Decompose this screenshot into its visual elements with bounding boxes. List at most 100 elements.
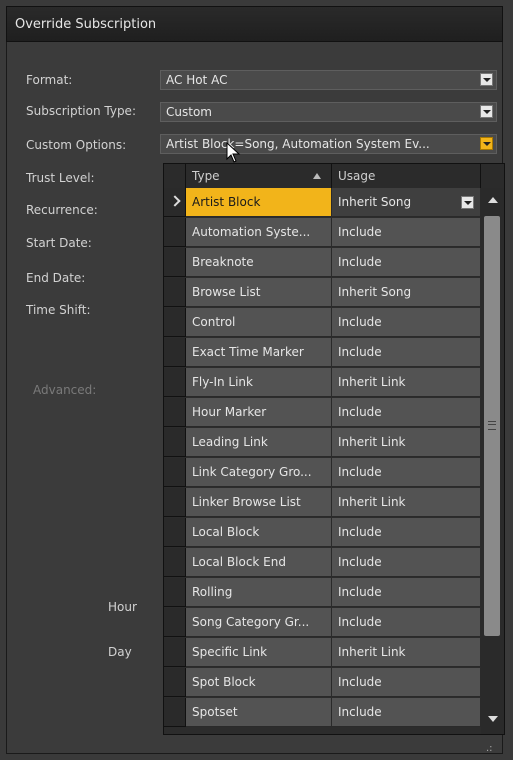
type-cell[interactable]: Breaknote xyxy=(186,248,332,277)
usage-cell[interactable]: Include xyxy=(332,698,481,727)
row-selector[interactable] xyxy=(164,428,186,457)
column-header-type[interactable]: Type xyxy=(186,164,332,188)
table-row[interactable]: Specific Link Inherit Link xyxy=(164,638,481,668)
type-cell[interactable]: Artist Block xyxy=(186,188,332,217)
type-cell[interactable]: Hour Marker xyxy=(186,398,332,427)
type-cell[interactable]: Automation Syste... xyxy=(186,218,332,247)
table-row[interactable]: Local Block End Include xyxy=(164,548,481,578)
subscription-type-dropdown[interactable]: Custom xyxy=(160,102,497,122)
usage-value: Inherit Link xyxy=(338,495,406,509)
type-cell[interactable]: Local Block xyxy=(186,518,332,547)
row-selector[interactable] xyxy=(164,398,186,427)
custom-options-dropdown-arrow-icon[interactable] xyxy=(480,137,493,150)
table-row[interactable]: Local Block Include xyxy=(164,518,481,548)
usage-value: Include xyxy=(338,555,382,569)
usage-cell[interactable]: Include xyxy=(332,578,481,607)
table-row[interactable]: Breaknote Include xyxy=(164,248,481,278)
table-row[interactable]: Hour Marker Include xyxy=(164,398,481,428)
row-selector[interactable] xyxy=(164,578,186,607)
type-cell[interactable]: Fly-In Link xyxy=(186,368,332,397)
row-selector[interactable] xyxy=(164,218,186,247)
usage-cell[interactable]: Inherit Song xyxy=(332,188,481,217)
row-selector[interactable] xyxy=(164,458,186,487)
resize-grip-icon[interactable]: .: xyxy=(486,744,498,756)
row-selector[interactable] xyxy=(164,638,186,667)
custom-options-label: Custom Options: xyxy=(26,138,127,152)
subscription-type-dropdown-arrow-icon[interactable] xyxy=(480,105,493,118)
usage-cell[interactable]: Inherit Song xyxy=(332,278,481,307)
start-date-label: Start Date: xyxy=(26,236,92,250)
usage-cell[interactable]: Inherit Link xyxy=(332,428,481,457)
usage-cell[interactable]: Include xyxy=(332,458,481,487)
row-selector[interactable] xyxy=(164,548,186,577)
usage-cell[interactable]: Include xyxy=(332,338,481,367)
custom-options-grid[interactable]: Type Usage Artist Block Inherit Song Autom… xyxy=(163,163,505,735)
usage-cell[interactable]: Include xyxy=(332,518,481,547)
row-selector[interactable] xyxy=(164,488,186,517)
usage-cell[interactable]: Include xyxy=(332,218,481,247)
table-row[interactable]: Artist Block Inherit Song xyxy=(164,188,481,218)
type-cell[interactable]: Exact Time Marker xyxy=(186,338,332,367)
type-cell[interactable]: Rolling xyxy=(186,578,332,607)
usage-cell[interactable]: Include xyxy=(332,248,481,277)
usage-value: Include xyxy=(338,465,382,479)
grid-vertical-scrollbar[interactable] xyxy=(481,188,504,734)
usage-value: Include xyxy=(338,525,382,539)
table-row[interactable]: Song Category Gr... Include xyxy=(164,608,481,638)
usage-dropdown-arrow-icon[interactable] xyxy=(461,196,474,209)
table-row[interactable]: Automation Syste... Include xyxy=(164,218,481,248)
hour-label: Hour xyxy=(108,600,137,614)
row-selector[interactable] xyxy=(164,518,186,547)
type-cell[interactable]: Browse List xyxy=(186,278,332,307)
usage-value: Inherit Link xyxy=(338,645,406,659)
table-row[interactable]: Exact Time Marker Include xyxy=(164,338,481,368)
table-row[interactable]: Spot Block Include xyxy=(164,668,481,698)
row-selector[interactable] xyxy=(164,278,186,307)
row-selector[interactable] xyxy=(164,668,186,697)
table-row[interactable]: Link Category Gro... Include xyxy=(164,458,481,488)
type-cell[interactable]: Spot Block xyxy=(186,668,332,697)
usage-cell[interactable]: Include xyxy=(332,668,481,697)
format-dropdown[interactable]: AC Hot AC xyxy=(160,70,497,90)
table-row[interactable]: Control Include xyxy=(164,308,481,338)
table-row[interactable]: Browse List Inherit Song xyxy=(164,278,481,308)
row-selector[interactable] xyxy=(164,308,186,337)
type-cell[interactable]: Leading Link xyxy=(186,428,332,457)
usage-cell[interactable]: Include xyxy=(332,308,481,337)
usage-cell[interactable]: Include xyxy=(332,548,481,577)
scroll-up-icon[interactable] xyxy=(488,197,498,203)
scroll-down-icon[interactable] xyxy=(488,716,498,722)
row-selector[interactable] xyxy=(164,698,186,727)
custom-options-dropdown[interactable]: Artist Block=Song, Automation System Ev.… xyxy=(160,134,497,154)
format-label: Format: xyxy=(26,73,73,87)
day-label: Day xyxy=(108,645,132,659)
usage-cell[interactable]: Inherit Link xyxy=(332,638,481,667)
format-dropdown-arrow-icon[interactable] xyxy=(480,73,493,86)
row-selector[interactable] xyxy=(164,368,186,397)
type-cell[interactable]: Spotset xyxy=(186,698,332,727)
usage-value: Include xyxy=(338,225,382,239)
type-cell[interactable]: Specific Link xyxy=(186,638,332,667)
type-cell[interactable]: Link Category Gro... xyxy=(186,458,332,487)
type-cell[interactable]: Linker Browse List xyxy=(186,488,332,517)
usage-cell[interactable]: Include xyxy=(332,608,481,637)
row-selector[interactable] xyxy=(164,248,186,277)
table-row[interactable]: Fly-In Link Inherit Link xyxy=(164,368,481,398)
usage-cell[interactable]: Inherit Link xyxy=(332,368,481,397)
row-selector[interactable] xyxy=(164,338,186,367)
table-row[interactable]: Leading Link Inherit Link xyxy=(164,428,481,458)
column-header-usage[interactable]: Usage xyxy=(332,164,481,188)
scrollbar-thumb[interactable] xyxy=(484,216,500,636)
table-row[interactable]: Rolling Include xyxy=(164,578,481,608)
type-cell[interactable]: Control xyxy=(186,308,332,337)
usage-cell[interactable]: Include xyxy=(332,398,481,427)
window-title-bar: Override Subscription xyxy=(6,6,503,42)
type-cell[interactable]: Local Block End xyxy=(186,548,332,577)
row-selector[interactable] xyxy=(164,608,186,637)
table-row[interactable]: Linker Browse List Inherit Link xyxy=(164,488,481,518)
table-row[interactable]: Spotset Include xyxy=(164,698,481,728)
usage-cell[interactable]: Inherit Link xyxy=(332,488,481,517)
grid-header-selector xyxy=(164,164,186,188)
row-selector[interactable] xyxy=(164,188,186,217)
type-cell[interactable]: Song Category Gr... xyxy=(186,608,332,637)
